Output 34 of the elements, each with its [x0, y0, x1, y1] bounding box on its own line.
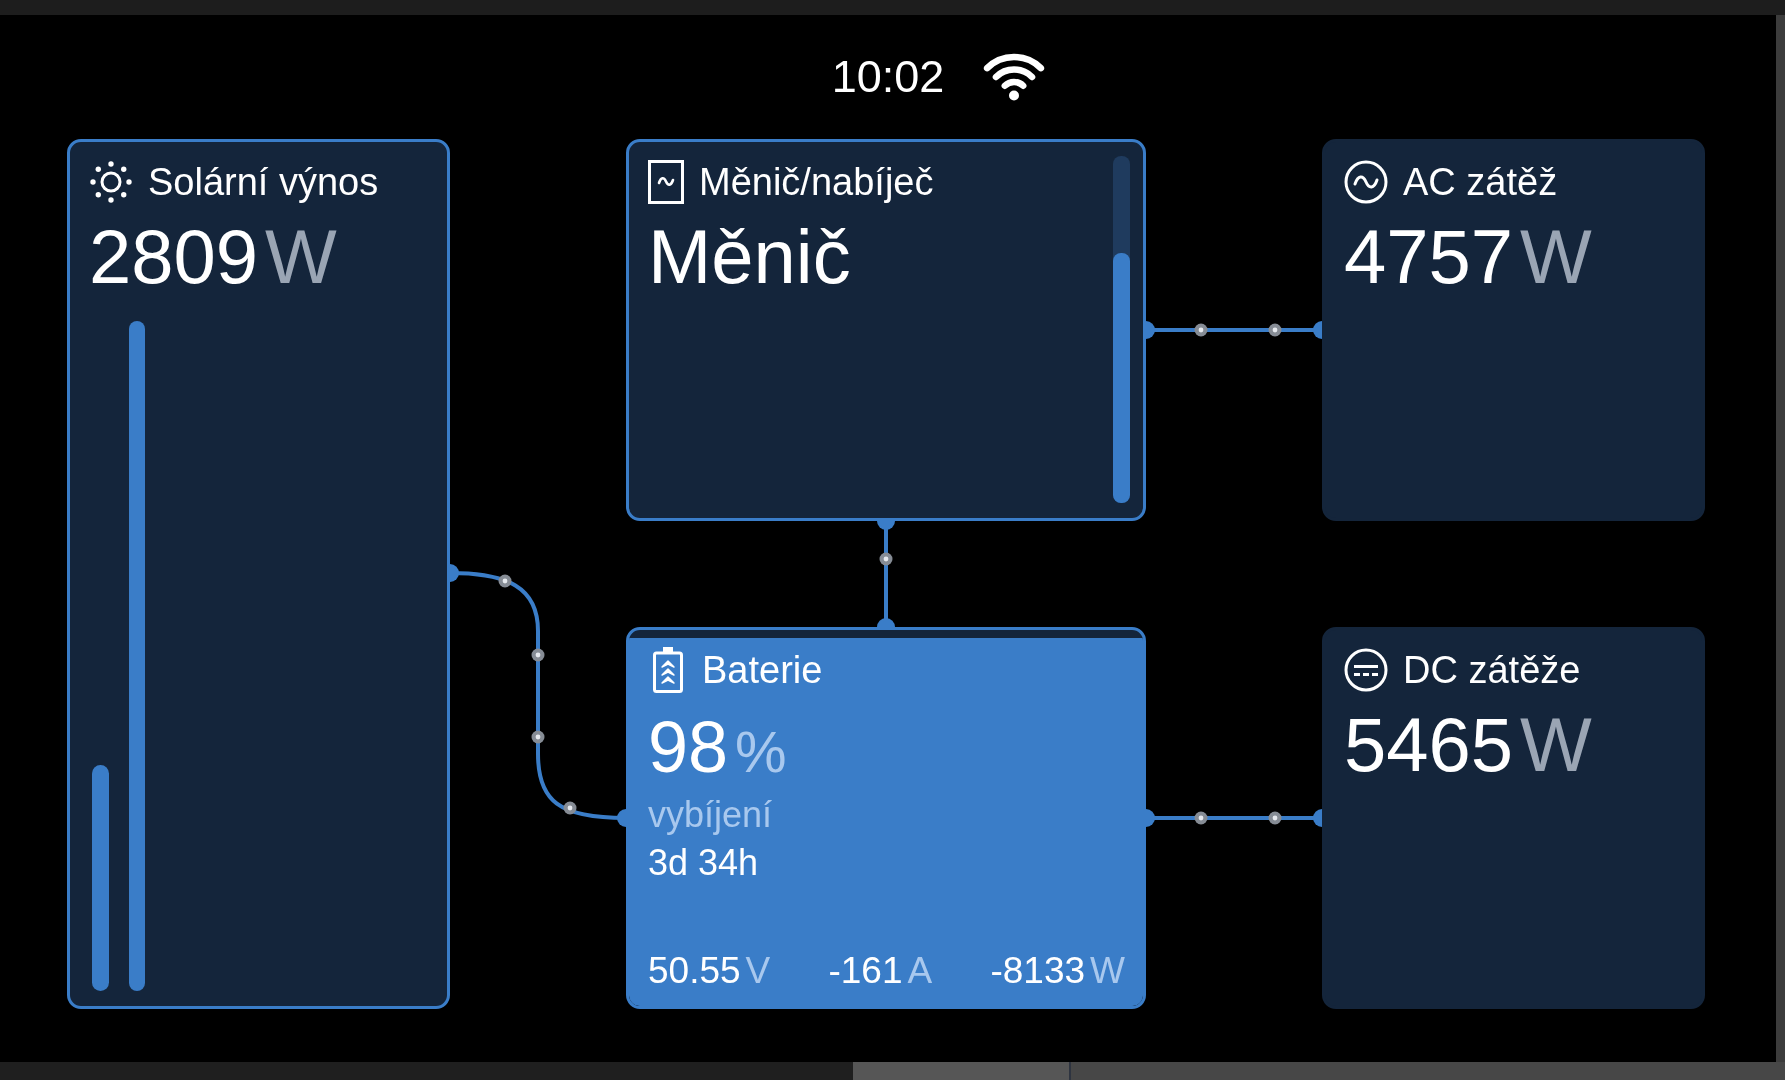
lines-circle-icon [1344, 648, 1388, 692]
solar-card[interactable]: Solární výnos 2809W [67, 139, 450, 1009]
reading-value: -8133 [990, 951, 1086, 991]
wave-circle-icon [1344, 160, 1388, 204]
card-title: DC zátěže [1403, 648, 1581, 692]
power-value: 4757 [1344, 219, 1514, 295]
wave-box-icon [648, 160, 684, 204]
wifi-icon [982, 51, 1047, 101]
unit-label: W [265, 219, 337, 295]
reading-value: 50.55 [648, 951, 741, 991]
card-title: AC zátěž [1403, 160, 1558, 204]
reading-unit: A [907, 951, 933, 991]
reading-value: -161 [828, 951, 903, 991]
ac-loads-card[interactable]: AC zátěž 4757W [1322, 139, 1705, 521]
time-remaining: 3d 34h [648, 843, 759, 883]
dc-loads-card[interactable]: DC zátěže 5465W [1322, 627, 1705, 1009]
unit-label: W [1520, 219, 1592, 295]
battery-state: vybíjení [648, 795, 773, 835]
sun-icon [89, 160, 133, 204]
card-title: Solární výnos [148, 160, 379, 204]
reading-unit: V [745, 951, 771, 991]
charge-value: 98 [648, 711, 729, 783]
unit-label: % [735, 723, 787, 781]
power-value: 5465 [1344, 707, 1514, 783]
mode-value: Měnič [648, 219, 851, 295]
inverter-card[interactable]: Měnič/nabíječ Měnič [626, 139, 1146, 521]
card-title: Měnič/nabíječ [699, 160, 934, 204]
battery-card[interactable]: Baterie 98% vybíjení 3d 34h 50.55V -161A -8133W [626, 627, 1146, 1009]
clock-time: 10:02 [831, 55, 945, 99]
battery-icon [653, 647, 683, 693]
unit-label: W [1520, 707, 1592, 783]
power-value: 2809 [89, 219, 259, 295]
reading-unit: W [1090, 951, 1125, 991]
card-title: Baterie [702, 648, 823, 692]
